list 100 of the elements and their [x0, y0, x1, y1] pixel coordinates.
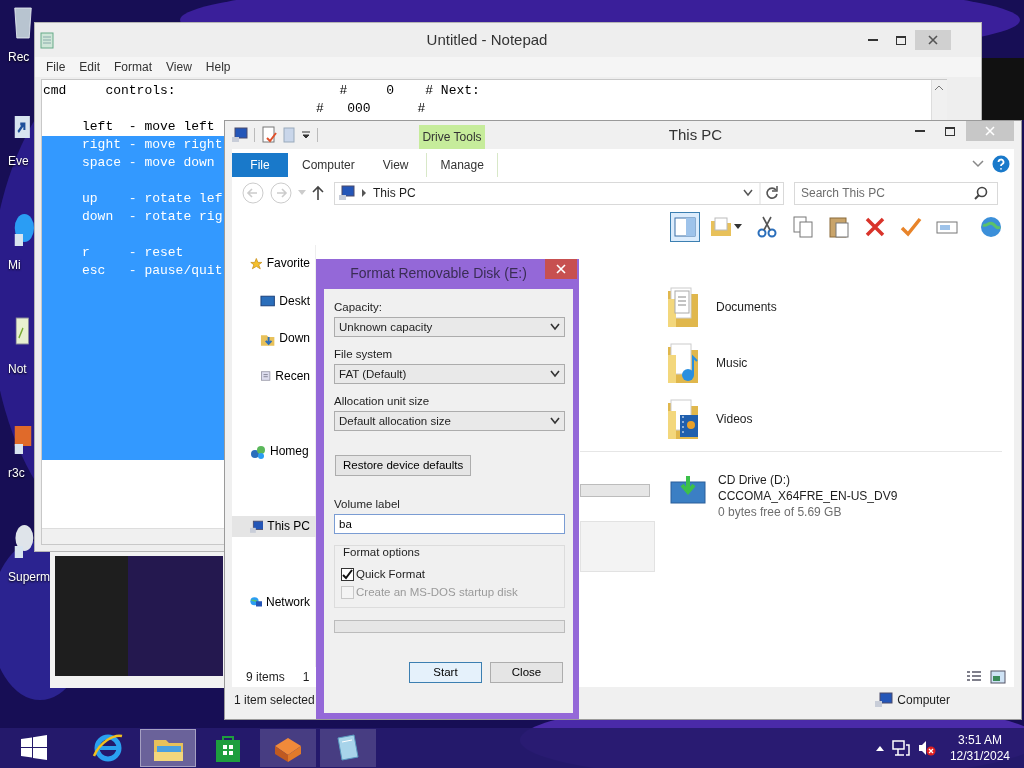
- text-line: esc - pause/quit: [81, 262, 223, 280]
- folder-icon[interactable]: [666, 341, 700, 385]
- location-text: Computer: [897, 692, 950, 708]
- nav-item[interactable]: Homeg: [232, 441, 315, 463]
- nav-item[interactable]: Network: [232, 591, 316, 613]
- text-line: up - rotate lef: [81, 190, 223, 208]
- check-icon: [899, 215, 923, 239]
- folder-icon[interactable]: [666, 397, 700, 441]
- menu-item[interactable]: View: [161, 59, 197, 75]
- network-icon[interactable]: [891, 740, 910, 756]
- details-view-icon[interactable]: [966, 670, 982, 684]
- menu-item[interactable]: Format: [109, 59, 158, 75]
- text-line: right - move right: [81, 136, 223, 154]
- clock-time[interactable]: 3:51 AM: [957, 732, 1002, 748]
- field-label: Volume label: [334, 497, 401, 512]
- volume-label-field[interactable]: ba: [334, 514, 565, 534]
- icon-label[interactable]: Not: [8, 362, 27, 377]
- close-icon: [985, 126, 995, 136]
- text-line: down - rotate rig: [81, 208, 223, 226]
- text-line: space - move down: [81, 154, 215, 172]
- folder-icon: [709, 215, 733, 239]
- large-icons-view-icon[interactable]: [990, 670, 1006, 684]
- paste-icon: [827, 215, 851, 239]
- check-icon: [342, 568, 353, 580]
- icon-label[interactable]: Superm: [8, 570, 51, 585]
- close-icon: [928, 35, 938, 45]
- folder-name[interactable]: Documents: [716, 299, 777, 315]
- checkbox[interactable]: [341, 567, 354, 581]
- scrollbar[interactable]: [931, 80, 947, 120]
- caret-icon: [550, 417, 560, 425]
- caret-icon: [733, 224, 743, 230]
- restore-defaults-button[interactable]: Restore device defaults: [335, 455, 472, 476]
- dropdown-icon[interactable]: [743, 189, 753, 197]
- nav-item[interactable]: Favorite: [232, 253, 316, 274]
- ribbon-tab[interactable]: View: [368, 153, 423, 177]
- computer-icon: [250, 518, 264, 535]
- dialog-button[interactable]: Start: [409, 662, 482, 683]
- computer-icon: [232, 127, 248, 143]
- computer-icon: [875, 692, 894, 708]
- close-icon: [556, 264, 566, 274]
- help-icon[interactable]: [992, 155, 1010, 173]
- folder-name[interactable]: Videos: [716, 411, 753, 427]
- dialog-title: Format Removable Disk (E:): [349, 265, 528, 283]
- status-text: 1 item selected: [234, 692, 315, 708]
- checkbox-label[interactable]: Quick Format: [356, 566, 425, 582]
- file-tab[interactable]: File: [232, 153, 288, 177]
- menu-item[interactable]: Help: [200, 59, 236, 75]
- menu-item[interactable]: File: [41, 59, 71, 75]
- drive-free-space: 0 bytes free of 5.69 GB: [718, 504, 843, 520]
- ribbon-tab[interactable]: Computer: [288, 153, 369, 177]
- nav-item[interactable]: Deskt: [232, 290, 316, 312]
- dialog-button[interactable]: Close: [490, 662, 563, 683]
- folder-name[interactable]: Music: [716, 355, 748, 371]
- text-line: cmd controls: # 0 # Next:: [42, 82, 480, 100]
- field-label: Capacity:: [334, 300, 383, 315]
- expand-ribbon-icon[interactable]: [972, 159, 984, 169]
- dropdown[interactable]: Unknown capacity: [334, 317, 565, 337]
- toolbar-button[interactable]: [670, 212, 700, 242]
- browser-icon: [92, 732, 124, 764]
- delete-icon: [863, 215, 887, 239]
- nav-item[interactable]: Down: [232, 328, 316, 350]
- nav-item[interactable]: Recen: [232, 365, 316, 387]
- dropdown[interactable]: FAT (Default): [334, 364, 565, 384]
- cd-drive-icon[interactable]: [670, 474, 706, 504]
- close-button[interactable]: [545, 259, 577, 279]
- star-icon: [250, 255, 263, 272]
- caret-icon: [550, 323, 560, 331]
- preview-pane-icon: [673, 215, 697, 239]
- taskbar-app[interactable]: [320, 729, 376, 767]
- drive-name[interactable]: CD Drive (D:): [718, 472, 898, 488]
- text-line: left - move left: [81, 118, 215, 136]
- contextual-tab-label: Drive Tools: [419, 125, 485, 149]
- address-bar[interactable]: This PC: [334, 181, 784, 205]
- menu-item[interactable]: Edit: [74, 59, 106, 75]
- properties-icon[interactable]: [261, 126, 277, 144]
- icon-label[interactable]: r3c: [8, 466, 25, 481]
- field-label: File system: [334, 347, 394, 362]
- clock-date[interactable]: 12/31/2024: [949, 748, 1010, 764]
- minimize-icon: [868, 39, 878, 41]
- volume-muted-icon[interactable]: [917, 740, 936, 756]
- icon-label[interactable]: Mi: [8, 258, 21, 273]
- minimize-icon: [915, 130, 925, 132]
- window-title: Untitled - Notepad: [425, 30, 549, 50]
- maximize-icon: [896, 35, 906, 45]
- search-field[interactable]: Search This PC: [794, 181, 998, 205]
- up-icon[interactable]: [312, 185, 324, 201]
- notepad-icon: [39, 31, 55, 49]
- icon-label[interactable]: Rec: [8, 50, 30, 65]
- caret-icon[interactable]: [301, 130, 311, 140]
- computer-icon: [339, 185, 355, 201]
- homegroup-icon: [250, 443, 266, 460]
- dropdown[interactable]: Default allocation size: [334, 411, 565, 431]
- show-hidden-icons-icon[interactable]: [875, 745, 884, 751]
- checkbox-label: Create an MS-DOS startup disk: [356, 584, 518, 600]
- nav-item[interactable]: This PC: [232, 516, 316, 538]
- text-line: # 000 #: [315, 100, 426, 118]
- close-button[interactable]: [915, 30, 951, 50]
- group-title: Format options: [343, 545, 421, 559]
- selected-count: 1: [302, 669, 310, 685]
- icon-label[interactable]: Eve: [8, 154, 29, 169]
